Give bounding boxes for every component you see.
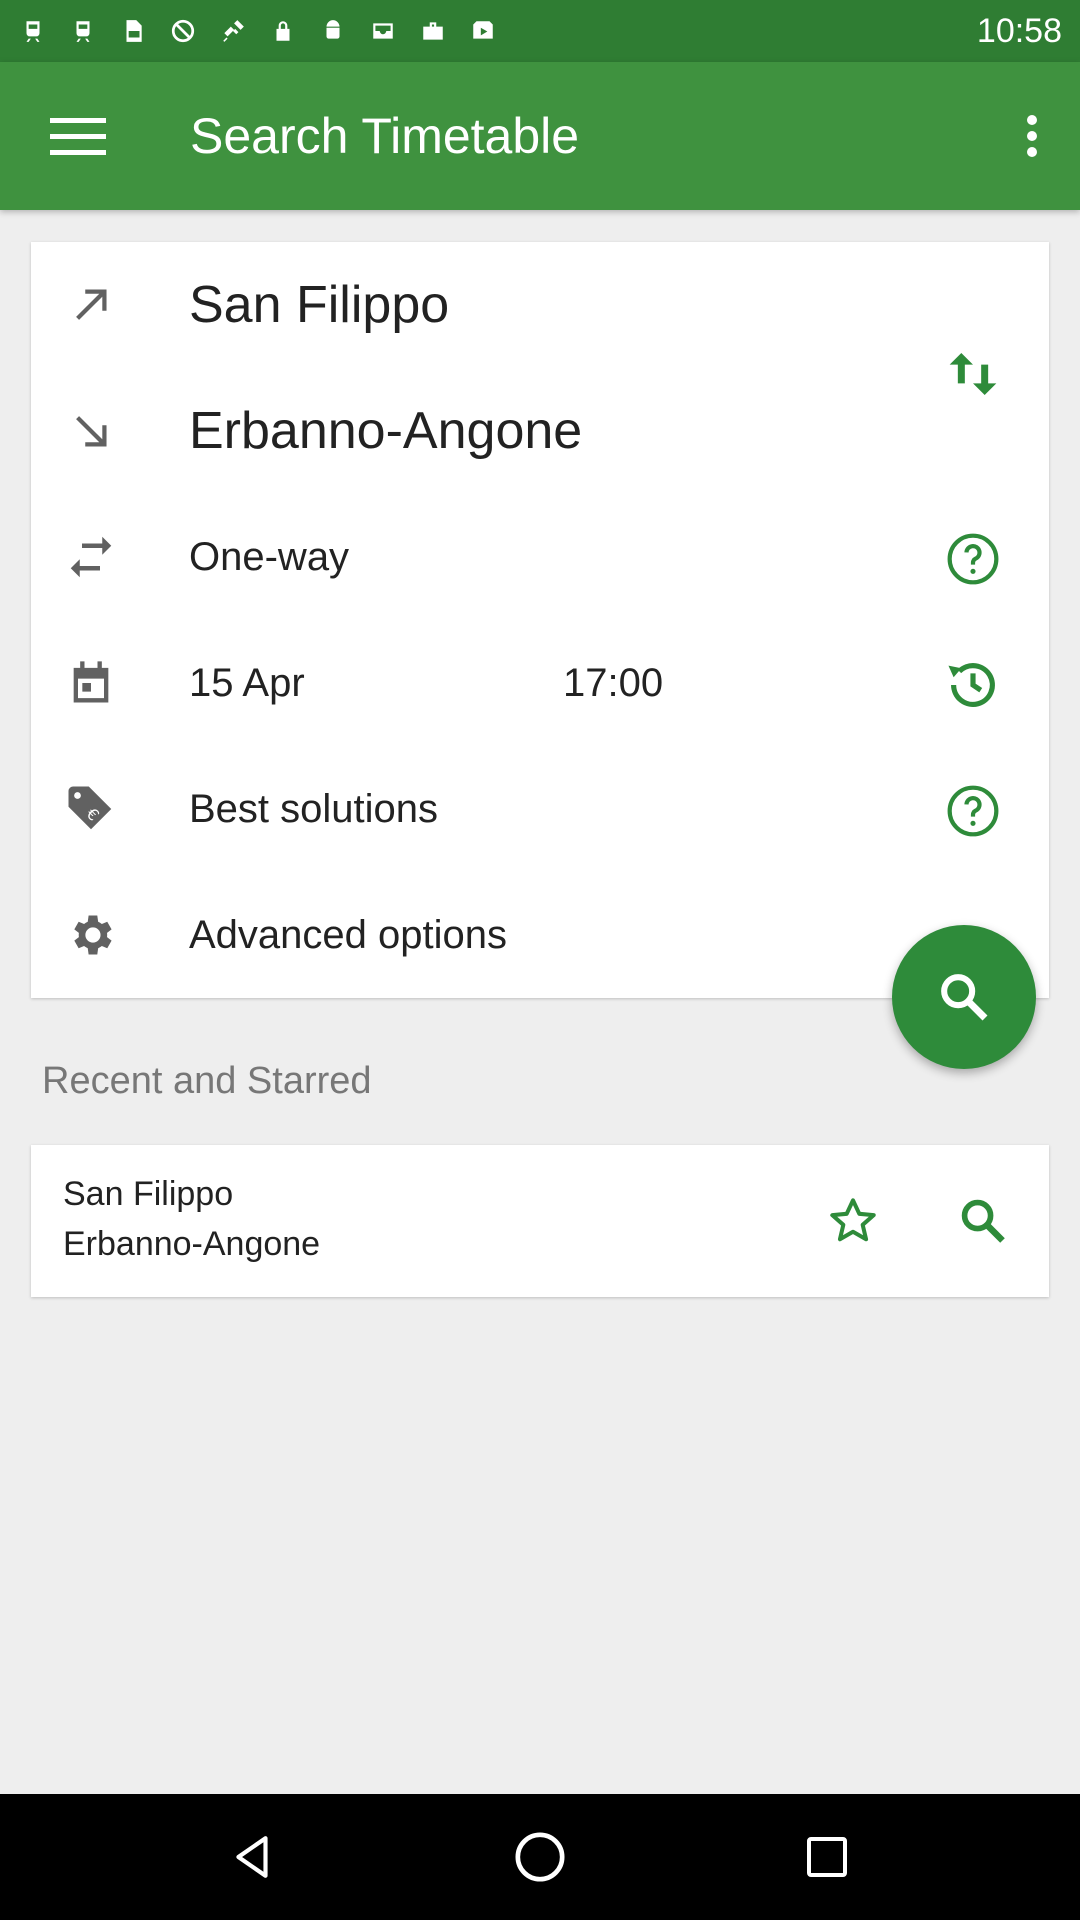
no-sim-icon (168, 16, 198, 46)
trip-type[interactable]: One-way (189, 494, 349, 620)
price-tag-icon: € (61, 779, 121, 839)
page-title: Search Timetable (190, 108, 580, 164)
date-time-row[interactable]: 15 Apr 17:00 (31, 620, 1049, 746)
gear-icon (61, 905, 121, 965)
recent-item-card[interactable]: San Filippo Erbanno-Angone (31, 1145, 1049, 1297)
help-icon[interactable] (941, 527, 1005, 591)
system-nav-bar (0, 1794, 1080, 1920)
app-bar: Search Timetable (0, 62, 1080, 210)
search-icon[interactable] (951, 1189, 1015, 1253)
solutions-row[interactable]: € Best solutions (31, 746, 1049, 872)
time-value[interactable]: 17:00 (563, 620, 663, 746)
recent-from-station: San Filippo (63, 1175, 234, 1213)
advanced-options-label[interactable]: Advanced options (189, 872, 507, 998)
sim-icon (118, 16, 148, 46)
to-station[interactable]: Erbanno-Angone (189, 368, 582, 494)
date-value[interactable]: 15 Apr (189, 620, 305, 746)
arrow-down-right-icon (61, 401, 121, 461)
recents-icon[interactable] (782, 1812, 872, 1902)
android-icon (318, 16, 348, 46)
restore-clock-icon[interactable] (941, 653, 1005, 717)
to-row[interactable]: Erbanno-Angone (31, 368, 1049, 494)
arrow-up-right-icon (61, 275, 121, 335)
more-vert-icon[interactable] (1004, 104, 1060, 168)
help-icon[interactable] (941, 779, 1005, 843)
satellite-icon (218, 16, 248, 46)
recent-to-station: Erbanno-Angone (63, 1225, 321, 1263)
trip-type-row[interactable]: One-way (31, 494, 1049, 620)
inbox-check-icon (368, 16, 398, 46)
train-icon (18, 16, 48, 46)
status-icons (18, 16, 498, 46)
briefcase-icon (418, 16, 448, 46)
play-store-icon (468, 16, 498, 46)
section-title: Recent and Starred (42, 1060, 372, 1102)
search-icon (941, 974, 988, 1021)
solutions-label[interactable]: Best solutions (189, 746, 438, 872)
search-button[interactable] (892, 925, 1036, 1069)
back-icon[interactable] (208, 1812, 298, 1902)
status-bar: 10:58 (0, 0, 1080, 62)
star-icon[interactable] (821, 1189, 885, 1253)
calendar-icon (61, 653, 121, 713)
status-time: 10:58 (976, 11, 1062, 50)
from-row[interactable]: San Filippo (31, 242, 1049, 368)
home-icon[interactable] (495, 1812, 585, 1902)
lock-icon (268, 16, 298, 46)
search-form-card: San Filippo Erbanno-Angone One-way 15 Ap… (31, 242, 1049, 998)
hamburger-menu-icon[interactable] (46, 108, 110, 164)
from-station[interactable]: San Filippo (189, 242, 449, 368)
train-icon (68, 16, 98, 46)
swap-horiz-icon (61, 527, 121, 587)
